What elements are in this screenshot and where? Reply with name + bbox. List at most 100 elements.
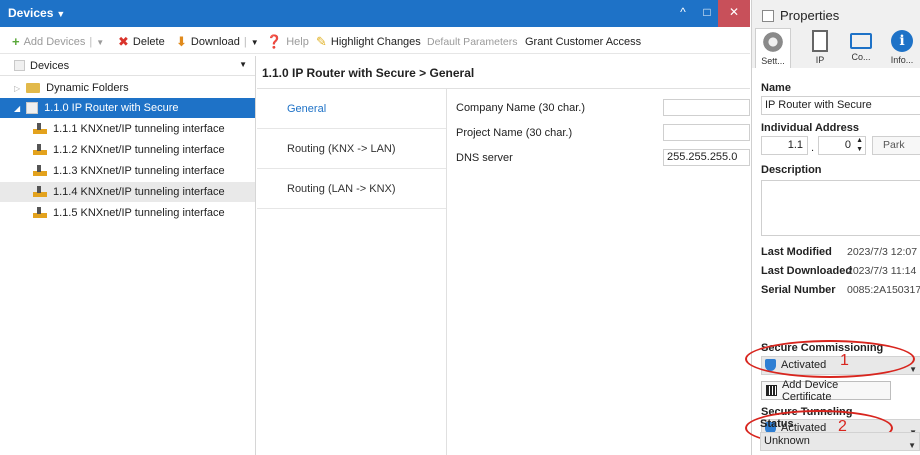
add-devices-button[interactable]: + Add Devices | ▼ (12, 34, 104, 50)
status-label: Status (760, 418, 794, 430)
tree-item-label: 1.1.0 IP Router with Secure (44, 102, 179, 114)
grant-customer-access-label: Grant Customer Access (525, 36, 642, 48)
close-button[interactable]: ✕ (718, 0, 750, 27)
tab-general[interactable]: General (257, 89, 446, 129)
address-suffix-field[interactable]: 0 ▲ ▼ (818, 136, 866, 155)
highlight-changes-button[interactable]: ✎ Highlight Changes (316, 34, 421, 50)
download-arrow-icon: ⬇ (176, 34, 187, 49)
tunneling-device-icon (33, 144, 47, 156)
annotation-ellipse-1 (745, 340, 915, 378)
grant-customer-access-button[interactable]: Grant Customer Access (525, 34, 641, 50)
devices-tree-panel: Devices ▼ ▷ Dynamic Folders ◢ 1.1.0 IP R… (0, 56, 256, 455)
properties-header: Properties (762, 8, 839, 23)
document-icon (812, 30, 828, 52)
window-title: Devices (8, 6, 54, 20)
tunneling-device-icon (33, 165, 47, 177)
chevron-down-icon[interactable]: ▼ (239, 60, 247, 69)
tab-information[interactable]: i Info... (884, 28, 920, 68)
individual-address-label: Individual Address (761, 122, 860, 134)
project-name-label: Project Name (30 char.) (456, 127, 573, 139)
plus-icon: + (12, 34, 20, 49)
tab-ip[interactable]: IP (802, 28, 838, 68)
qr-code-icon (766, 385, 777, 396)
minimize-button[interactable]: ^ (670, 0, 696, 27)
help-icon: ❓ (266, 34, 283, 49)
devices-window: Devices ▼ ^ □ ✕ + Add Devices | ▼ ✖ Delet… (0, 0, 750, 455)
caret-down-icon: ▼ (56, 9, 66, 19)
window-title-dropdown[interactable]: Devices ▼ (8, 6, 65, 20)
name-label: Name (761, 82, 791, 94)
tab-routing-knx-lan[interactable]: Routing (KNX -> LAN) (257, 129, 446, 169)
tree-header-label: Devices (30, 59, 70, 72)
company-name-input[interactable] (663, 99, 750, 116)
chevron-down-icon[interactable]: ▼ (251, 38, 259, 47)
tree-item-tunneling-1[interactable]: 1.1.1 KNXnet/IP tunneling interface (0, 119, 255, 139)
maximize-button[interactable]: □ (694, 0, 720, 27)
tab-comments[interactable]: Co... (843, 28, 879, 68)
toolbar-separator: | (243, 36, 247, 48)
spinner-arrows-icon[interactable]: ▲ ▼ (856, 136, 863, 154)
delete-label: Delete (132, 36, 165, 48)
serial-number-value: 0085:2A150317 (847, 284, 920, 296)
status-dropdown[interactable]: Unknown ▼ (760, 432, 920, 451)
default-parameters-button[interactable]: Default Parameters (427, 34, 517, 50)
add-devices-label: Add Devices (23, 36, 86, 48)
tab-routing-lan-knx[interactable]: Routing (LAN -> KNX) (257, 169, 446, 209)
highlight-changes-label: Highlight Changes (330, 36, 421, 48)
chevron-down-icon[interactable]: ▼ (96, 38, 104, 47)
ip-router-icon (26, 102, 39, 114)
tab-settings[interactable]: Sett... (755, 28, 791, 68)
tab-settings-label: Sett... (761, 56, 785, 66)
title-bar: Devices ▼ ^ □ ✕ (0, 0, 750, 27)
last-modified-value: 2023/7/3 12:07 (847, 246, 918, 258)
tree-item-label: 1.1.2 KNXnet/IP tunneling interface (53, 144, 225, 156)
last-downloaded-label: Last Downloaded (761, 265, 853, 277)
company-name-label: Company Name (30 char.) (456, 102, 585, 114)
last-modified-label: Last Modified (761, 246, 832, 258)
dns-server-label: DNS server (456, 152, 513, 164)
tree-item-dynamic-folders[interactable]: ▷ Dynamic Folders (0, 78, 255, 98)
tunneling-device-icon (33, 207, 47, 219)
breadcrumb: 1.1.0 IP Router with Secure > General (262, 66, 475, 80)
toolbar: + Add Devices | ▼ ✖ Delete ⬇ Download | … (0, 29, 750, 54)
dns-server-input[interactable]: 255.255.255.0 (663, 149, 750, 166)
tree-item-label: 1.1.5 KNXnet/IP tunneling interface (53, 207, 225, 219)
delete-button[interactable]: ✖ Delete (118, 34, 165, 50)
tab-ip-label: IP (815, 55, 825, 65)
name-field[interactable]: IP Router with Secure (761, 96, 920, 115)
default-parameters-label: Default Parameters (427, 36, 518, 48)
collapse-arrow-icon[interactable]: ◢ (14, 104, 20, 113)
tree-item-label: 1.1.1 KNXnet/IP tunneling interface (53, 123, 225, 135)
tree-item-tunneling-4[interactable]: 1.1.4 KNXnet/IP tunneling interface (0, 182, 255, 202)
parameter-tabs: General Routing (KNX -> LAN) Routing (LA… (257, 89, 447, 455)
comment-icon (850, 33, 872, 49)
tunneling-device-icon (33, 123, 47, 135)
gear-icon (762, 31, 784, 53)
highlighter-icon: ✎ (316, 34, 327, 49)
tree-item-tunneling-2[interactable]: 1.1.2 KNXnet/IP tunneling interface (0, 140, 255, 160)
last-downloaded-value: 2023/7/3 11:14 (847, 265, 917, 277)
tab-comments-label: Co... (851, 52, 871, 62)
devices-panel-icon (14, 60, 25, 71)
address-suffix-value: 0 (844, 139, 851, 151)
tunneling-device-icon (33, 186, 47, 198)
address-prefix-field[interactable]: 1.1 (761, 136, 808, 155)
properties-icon (762, 9, 774, 22)
help-button[interactable]: ❓ Help (266, 34, 309, 50)
park-button[interactable]: Park (872, 136, 920, 155)
description-textarea[interactable] (761, 180, 920, 236)
tree-item-tunneling-3[interactable]: 1.1.3 KNXnet/IP tunneling interface (0, 161, 255, 181)
expand-arrow-icon[interactable]: ▷ (14, 84, 20, 93)
tree-header[interactable]: Devices ▼ (0, 56, 255, 76)
help-label: Help (286, 36, 309, 48)
download-label: Download (190, 36, 240, 48)
tree-item-label: 1.1.3 KNXnet/IP tunneling interface (53, 165, 225, 177)
project-name-input[interactable] (663, 124, 750, 141)
chevron-down-icon: ▼ (908, 441, 916, 450)
tab-information-label: Info... (890, 55, 914, 65)
tree-item-tunneling-5[interactable]: 1.1.5 KNXnet/IP tunneling interface (0, 203, 255, 223)
download-button[interactable]: ⬇ Download | ▼ (176, 34, 259, 50)
tree-item-ip-router[interactable]: ◢ 1.1.0 IP Router with Secure (0, 98, 255, 118)
status-value: Unknown (764, 435, 810, 447)
add-device-certificate-button[interactable]: Add Device Certificate (761, 379, 891, 403)
